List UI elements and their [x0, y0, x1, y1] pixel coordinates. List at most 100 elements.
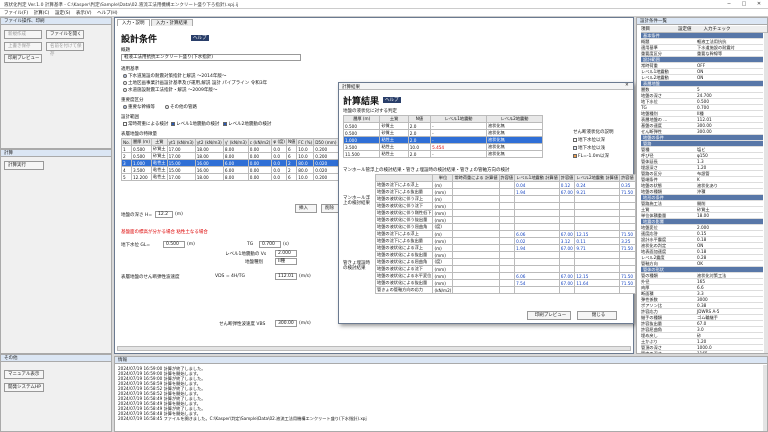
- table-cell[interactable]: 粘性土: [151, 173, 168, 181]
- table-cell[interactable]: 0.00: [247, 152, 273, 160]
- table-cell[interactable]: 0.200: [313, 152, 339, 160]
- menu-calc[interactable]: 計算(C): [34, 10, 50, 16]
- tg-input[interactable]: 0.700: [259, 241, 281, 248]
- check-results-table[interactable]: 単位 常時荷重による 計算値 許容値 レベル1地震動 計算値 許容値 レベル2地震動 計算…: [374, 174, 636, 294]
- table-cell[interactable]: 12.200: [130, 173, 153, 181]
- horizontal-scrollbar[interactable]: [117, 346, 631, 351]
- minimize-icon[interactable]: ─: [722, 1, 736, 8]
- table-cell[interactable]: 0.0: [271, 152, 287, 160]
- table-cell[interactable]: 6: [285, 152, 298, 160]
- table-cell[interactable]: 1: [121, 145, 132, 153]
- table-cell[interactable]: 5: [121, 173, 132, 181]
- menu-view[interactable]: 表示(V): [76, 10, 92, 16]
- table-cell[interactable]: 2: [285, 159, 298, 167]
- table-row[interactable]: 0.500 砂質土 2.0- 液状化無: [342, 129, 543, 137]
- table-cell[interactable]: 8.00: [222, 152, 249, 160]
- save-button[interactable]: 上書き保存: [4, 42, 42, 51]
- result-help-button[interactable]: ヘルプ: [383, 97, 401, 103]
- result-close-button[interactable]: 閉じる: [577, 311, 617, 320]
- table-cell[interactable]: 10.0: [296, 173, 315, 181]
- table-cell[interactable]: 0.020: [313, 159, 339, 167]
- info-scrollbar[interactable]: [763, 365, 767, 431]
- table-row[interactable]: 3.500 粘性土 10.0 5.454 液状化無: [342, 143, 543, 151]
- groundwater-input[interactable]: 0.500: [163, 241, 185, 248]
- table-cell[interactable]: 1.000: [130, 159, 153, 167]
- table-row[interactable]: 2 0.500 砂質土 17.00 18.00 8.00 0.00 0.0 6 10.0 0.200…: [121, 152, 363, 160]
- table-cell[interactable]: 0.020: [313, 166, 339, 174]
- open-file-button[interactable]: ファイルを開く: [46, 30, 84, 39]
- save-as-button[interactable]: 名前を付けて保存: [46, 42, 84, 57]
- table-cell[interactable]: 0.200: [313, 173, 339, 181]
- table-cell[interactable]: 0.0: [271, 173, 287, 181]
- imp-option-2[interactable]: その他の管路: [165, 104, 197, 110]
- insert-button[interactable]: 挿入: [295, 204, 317, 213]
- print-preview-button[interactable]: 印刷プレビュー: [4, 54, 42, 63]
- table-cell[interactable]: 砂質土: [151, 152, 168, 160]
- table-cell[interactable]: 0.200: [313, 145, 339, 153]
- table-row[interactable]: 5 12.200 粘性土 17.00 18.00 8.00 0.00 0.0 6 10.0 0.20…: [121, 173, 363, 181]
- table-cell[interactable]: 17.00: [166, 145, 196, 153]
- tab-result[interactable]: 入力・計算結果: [151, 19, 193, 26]
- table-cell[interactable]: 0.00: [247, 166, 273, 174]
- maximize-icon[interactable]: □: [737, 1, 751, 8]
- table-cell[interactable]: 8.00: [222, 145, 249, 153]
- imp-option-1[interactable]: 重要な幹線等: [123, 104, 155, 110]
- name-input[interactable]: 軽液工法用抗抗エンクリート盛り(下水指針): [121, 54, 301, 61]
- table-cell[interactable]: 16.00: [194, 159, 224, 167]
- liquefaction-table[interactable]: 層厚 (m) 土質 N値 レベル1地震動 レベル2地震動 0.500 砂質土 2.0- 液状化…: [342, 115, 543, 158]
- table-row[interactable]: 3 1.000 粘性土 15.00 16.00 6.00 0.00 0.0 2 80.0 0.020…: [121, 159, 363, 167]
- vbs-input[interactable]: 300.00: [275, 320, 297, 327]
- tab-input[interactable]: 入力・説明: [117, 19, 150, 26]
- table-cell[interactable]: 0.0: [271, 159, 287, 167]
- design-opt-1[interactable]: 常時荷重による検討: [123, 121, 168, 127]
- table-cell[interactable]: 17.00: [166, 173, 196, 181]
- run-calc-button[interactable]: 計算実行: [4, 161, 44, 170]
- close-icon[interactable]: ✕: [752, 1, 766, 8]
- menu-settings[interactable]: 設定(S): [55, 10, 70, 16]
- table-row[interactable]: 11.500 粘性土 2.0- 液状化無: [342, 150, 543, 158]
- table-cell[interactable]: 2: [285, 166, 298, 174]
- table-row[interactable]: 4 3.500 粘性土 15.00 16.00 6.00 0.00 0.0 2 80.0 0.020…: [121, 166, 363, 174]
- table-cell[interactable]: 6.00: [222, 166, 249, 174]
- new-button[interactable]: 新規作成: [4, 30, 42, 39]
- menu-help[interactable]: ヘルプ(H): [97, 10, 117, 16]
- property-row[interactable]: 管底の深さ1165: [641, 351, 763, 353]
- table-cell[interactable]: 80.0: [296, 159, 315, 167]
- table-cell[interactable]: 3: [121, 159, 132, 167]
- table-cell[interactable]: 18.00: [194, 145, 224, 153]
- table-cell[interactable]: 0.00: [247, 159, 273, 167]
- table-cell[interactable]: 16.00: [194, 166, 224, 174]
- manual-button[interactable]: マニュアル表示: [4, 370, 44, 379]
- table-cell[interactable]: 2: [121, 152, 132, 160]
- homepage-button[interactable]: 開発システムHP: [4, 383, 44, 392]
- design-opt-2[interactable]: レベル1地震動の検討: [171, 121, 219, 127]
- table-row[interactable]: 0.500 砂質土 2.0- 液状化無: [342, 122, 543, 130]
- table-cell[interactable]: 粘性土: [151, 159, 168, 167]
- table-row[interactable]: 1 0.500 砂質土 17.00 18.00 8.00 0.00 0.0 6 10.0 0.200…: [121, 145, 363, 153]
- table-cell[interactable]: 6: [285, 145, 298, 153]
- std-option-3[interactable]: 水道施設耐震工法指針・解説 ～2009年版～: [123, 87, 217, 93]
- table-cell[interactable]: 10.0: [296, 145, 315, 153]
- design-opt-3[interactable]: レベル2地震動の検討: [223, 121, 271, 127]
- table-cell[interactable]: 0.500: [130, 145, 153, 153]
- table-row[interactable]: 1.000 粘性土 2.0- 液状化無: [342, 136, 543, 144]
- grade-input[interactable]: II種: [275, 258, 297, 265]
- table-cell[interactable]: 粘性土: [151, 166, 168, 174]
- lv-input[interactable]: 2.000: [275, 250, 297, 257]
- table-cell[interactable]: 0.0: [271, 145, 287, 153]
- menu-file[interactable]: ファイル(F): [4, 10, 28, 16]
- result-close-icon[interactable]: ✕: [625, 83, 629, 88]
- result-print-button[interactable]: 印刷プレビュー: [527, 311, 571, 320]
- table-cell[interactable]: 80.0: [296, 166, 315, 174]
- table-cell[interactable]: 0.00: [247, 145, 273, 153]
- table-cell[interactable]: 3.500: [130, 166, 153, 174]
- table-cell[interactable]: 15.00: [166, 166, 196, 174]
- table-cell[interactable]: 18.00: [194, 173, 224, 181]
- depth-input[interactable]: 12.2: [155, 211, 173, 218]
- table-cell[interactable]: 0.0: [271, 166, 287, 174]
- table-cell[interactable]: 6: [285, 173, 298, 181]
- table-cell[interactable]: 6.00: [222, 159, 249, 167]
- table-cell[interactable]: 18.00: [194, 152, 224, 160]
- table-cell[interactable]: 0.00: [247, 173, 273, 181]
- table-cell[interactable]: 8.00: [222, 173, 249, 181]
